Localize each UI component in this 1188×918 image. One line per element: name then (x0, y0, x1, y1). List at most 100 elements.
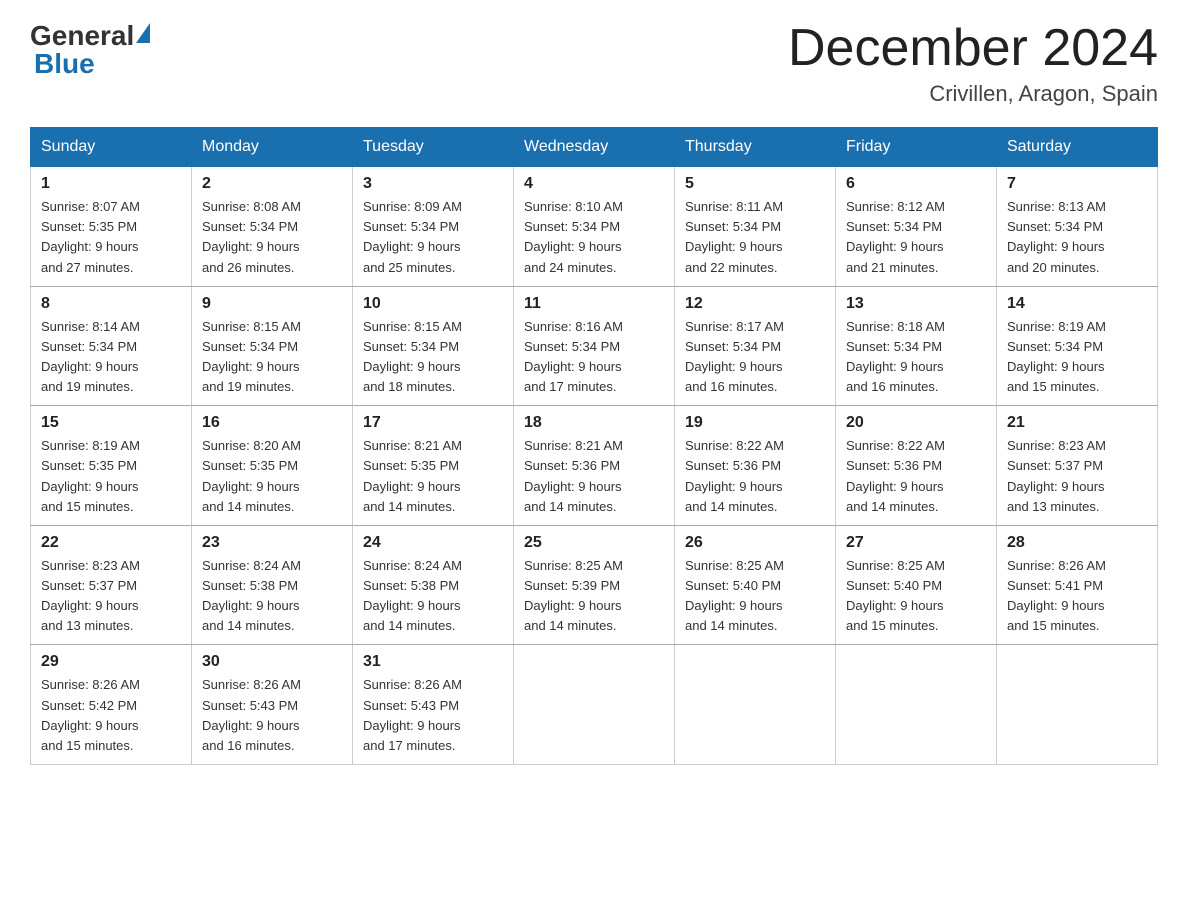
calendar-day-cell (514, 645, 675, 765)
day-number: 21 (1007, 414, 1147, 432)
calendar-day-cell: 12Sunrise: 8:17 AMSunset: 5:34 PMDayligh… (675, 286, 836, 406)
day-number: 25 (524, 534, 664, 552)
day-number: 10 (363, 295, 503, 313)
weekday-header-sunday: Sunday (31, 128, 192, 167)
calendar-day-cell (675, 645, 836, 765)
calendar-day-cell: 17Sunrise: 8:21 AMSunset: 5:35 PMDayligh… (353, 406, 514, 526)
day-number: 26 (685, 534, 825, 552)
calendar-day-cell: 11Sunrise: 8:16 AMSunset: 5:34 PMDayligh… (514, 286, 675, 406)
calendar-day-cell: 10Sunrise: 8:15 AMSunset: 5:34 PMDayligh… (353, 286, 514, 406)
calendar-day-cell: 19 Sunrise: 8:22 AMSunset: 5:36 PMDayligh… (675, 406, 836, 526)
day-info: Sunrise: 8:16 AMSunset: 5:34 PMDaylight:… (524, 317, 664, 398)
calendar-day-cell: 25 Sunrise: 8:25 AMSunset: 5:39 PMDayligh… (514, 525, 675, 645)
day-info: Sunrise: 8:11 AMSunset: 5:34 PMDaylight:… (685, 197, 825, 278)
calendar-day-cell: 5Sunrise: 8:11 AMSunset: 5:34 PMDaylight… (675, 167, 836, 287)
month-title: December 2024 (788, 20, 1158, 77)
day-info: Sunrise: 8:18 AMSunset: 5:34 PMDaylight:… (846, 317, 986, 398)
location-title: Crivillen, Aragon, Spain (788, 81, 1158, 107)
day-number: 18 (524, 414, 664, 432)
logo-triangle-icon (136, 23, 150, 43)
day-info: Sunrise: 8:07 AMSunset: 5:35 PMDaylight:… (41, 197, 181, 278)
calendar-day-cell: 23 Sunrise: 8:24 AMSunset: 5:38 PMDayligh… (192, 525, 353, 645)
calendar-day-cell: 14 Sunrise: 8:19 AMSunset: 5:34 PMDayligh… (997, 286, 1158, 406)
calendar-day-cell: 31Sunrise: 8:26 AMSunset: 5:43 PMDayligh… (353, 645, 514, 765)
day-number: 30 (202, 653, 342, 671)
weekday-header-thursday: Thursday (675, 128, 836, 167)
calendar-day-cell: 7 Sunrise: 8:13 AMSunset: 5:34 PMDaylight… (997, 167, 1158, 287)
day-number: 28 (1007, 534, 1147, 552)
calendar-day-cell: 9 Sunrise: 8:15 AMSunset: 5:34 PMDaylight… (192, 286, 353, 406)
calendar-day-cell: 24 Sunrise: 8:24 AMSunset: 5:38 PMDayligh… (353, 525, 514, 645)
day-info: Sunrise: 8:26 AMSunset: 5:43 PMDaylight:… (363, 675, 503, 756)
day-info: Sunrise: 8:23 AMSunset: 5:37 PMDaylight:… (1007, 436, 1147, 517)
day-info: Sunrise: 8:12 AMSunset: 5:34 PMDaylight:… (846, 197, 986, 278)
day-number: 19 (685, 414, 825, 432)
day-info: Sunrise: 8:25 AMSunset: 5:39 PMDaylight:… (524, 556, 664, 637)
day-number: 14 (1007, 295, 1147, 313)
day-info: Sunrise: 8:09 AMSunset: 5:34 PMDaylight:… (363, 197, 503, 278)
weekday-header-tuesday: Tuesday (353, 128, 514, 167)
calendar-day-cell: 4 Sunrise: 8:10 AMSunset: 5:34 PMDaylight… (514, 167, 675, 287)
day-info: Sunrise: 8:13 AMSunset: 5:34 PMDaylight:… (1007, 197, 1147, 278)
day-info: Sunrise: 8:25 AMSunset: 5:40 PMDaylight:… (685, 556, 825, 637)
day-info: Sunrise: 8:20 AMSunset: 5:35 PMDaylight:… (202, 436, 342, 517)
day-number: 16 (202, 414, 342, 432)
day-number: 17 (363, 414, 503, 432)
calendar-day-cell: 15 Sunrise: 8:19 AMSunset: 5:35 PMDayligh… (31, 406, 192, 526)
calendar-week-row: 1 Sunrise: 8:07 AMSunset: 5:35 PMDaylight… (31, 167, 1158, 287)
calendar-week-row: 29Sunrise: 8:26 AMSunset: 5:42 PMDayligh… (31, 645, 1158, 765)
day-number: 20 (846, 414, 986, 432)
calendar-day-cell: 8 Sunrise: 8:14 AMSunset: 5:34 PMDaylight… (31, 286, 192, 406)
day-number: 24 (363, 534, 503, 552)
day-info: Sunrise: 8:19 AMSunset: 5:34 PMDaylight:… (1007, 317, 1147, 398)
calendar-day-cell: 28 Sunrise: 8:26 AMSunset: 5:41 PMDayligh… (997, 525, 1158, 645)
day-number: 15 (41, 414, 181, 432)
calendar-day-cell (997, 645, 1158, 765)
weekday-header-friday: Friday (836, 128, 997, 167)
calendar-week-row: 22Sunrise: 8:23 AMSunset: 5:37 PMDayligh… (31, 525, 1158, 645)
calendar-week-row: 8 Sunrise: 8:14 AMSunset: 5:34 PMDaylight… (31, 286, 1158, 406)
page-header: General Blue December 2024 Crivillen, Ar… (30, 20, 1158, 107)
calendar-day-cell: 13 Sunrise: 8:18 AMSunset: 5:34 PMDayligh… (836, 286, 997, 406)
calendar-day-cell: 26 Sunrise: 8:25 AMSunset: 5:40 PMDayligh… (675, 525, 836, 645)
calendar-day-cell: 20 Sunrise: 8:22 AMSunset: 5:36 PMDayligh… (836, 406, 997, 526)
day-number: 29 (41, 653, 181, 671)
day-info: Sunrise: 8:10 AMSunset: 5:34 PMDaylight:… (524, 197, 664, 278)
day-number: 6 (846, 175, 986, 193)
day-number: 7 (1007, 175, 1147, 193)
day-info: Sunrise: 8:25 AMSunset: 5:40 PMDaylight:… (846, 556, 986, 637)
weekday-header-wednesday: Wednesday (514, 128, 675, 167)
day-info: Sunrise: 8:22 AMSunset: 5:36 PMDaylight:… (846, 436, 986, 517)
day-number: 1 (41, 175, 181, 193)
day-info: Sunrise: 8:14 AMSunset: 5:34 PMDaylight:… (41, 317, 181, 398)
day-info: Sunrise: 8:24 AMSunset: 5:38 PMDaylight:… (202, 556, 342, 637)
calendar-day-cell: 2Sunrise: 8:08 AMSunset: 5:34 PMDaylight… (192, 167, 353, 287)
calendar-day-cell: 27 Sunrise: 8:25 AMSunset: 5:40 PMDayligh… (836, 525, 997, 645)
day-info: Sunrise: 8:19 AMSunset: 5:35 PMDaylight:… (41, 436, 181, 517)
calendar-day-cell: 22Sunrise: 8:23 AMSunset: 5:37 PMDayligh… (31, 525, 192, 645)
calendar-week-row: 15 Sunrise: 8:19 AMSunset: 5:35 PMDayligh… (31, 406, 1158, 526)
calendar-header: SundayMondayTuesdayWednesdayThursdayFrid… (31, 128, 1158, 167)
day-number: 4 (524, 175, 664, 193)
day-info: Sunrise: 8:24 AMSunset: 5:38 PMDaylight:… (363, 556, 503, 637)
day-info: Sunrise: 8:08 AMSunset: 5:34 PMDaylight:… (202, 197, 342, 278)
day-number: 27 (846, 534, 986, 552)
day-info: Sunrise: 8:22 AMSunset: 5:36 PMDaylight:… (685, 436, 825, 517)
day-number: 9 (202, 295, 342, 313)
logo-blue-text: Blue (34, 48, 95, 79)
weekday-header-monday: Monday (192, 128, 353, 167)
day-number: 8 (41, 295, 181, 313)
calendar-day-cell: 18 Sunrise: 8:21 AMSunset: 5:36 PMDayligh… (514, 406, 675, 526)
weekday-header-saturday: Saturday (997, 128, 1158, 167)
day-info: Sunrise: 8:26 AMSunset: 5:41 PMDaylight:… (1007, 556, 1147, 637)
day-info: Sunrise: 8:21 AMSunset: 5:36 PMDaylight:… (524, 436, 664, 517)
day-number: 13 (846, 295, 986, 313)
day-number: 23 (202, 534, 342, 552)
calendar-day-cell: 29Sunrise: 8:26 AMSunset: 5:42 PMDayligh… (31, 645, 192, 765)
calendar-body: 1 Sunrise: 8:07 AMSunset: 5:35 PMDaylight… (31, 167, 1158, 765)
day-info: Sunrise: 8:15 AMSunset: 5:34 PMDaylight:… (202, 317, 342, 398)
logo: General Blue (30, 20, 152, 80)
calendar-day-cell: 3Sunrise: 8:09 AMSunset: 5:34 PMDaylight… (353, 167, 514, 287)
day-number: 22 (41, 534, 181, 552)
day-info: Sunrise: 8:17 AMSunset: 5:34 PMDaylight:… (685, 317, 825, 398)
